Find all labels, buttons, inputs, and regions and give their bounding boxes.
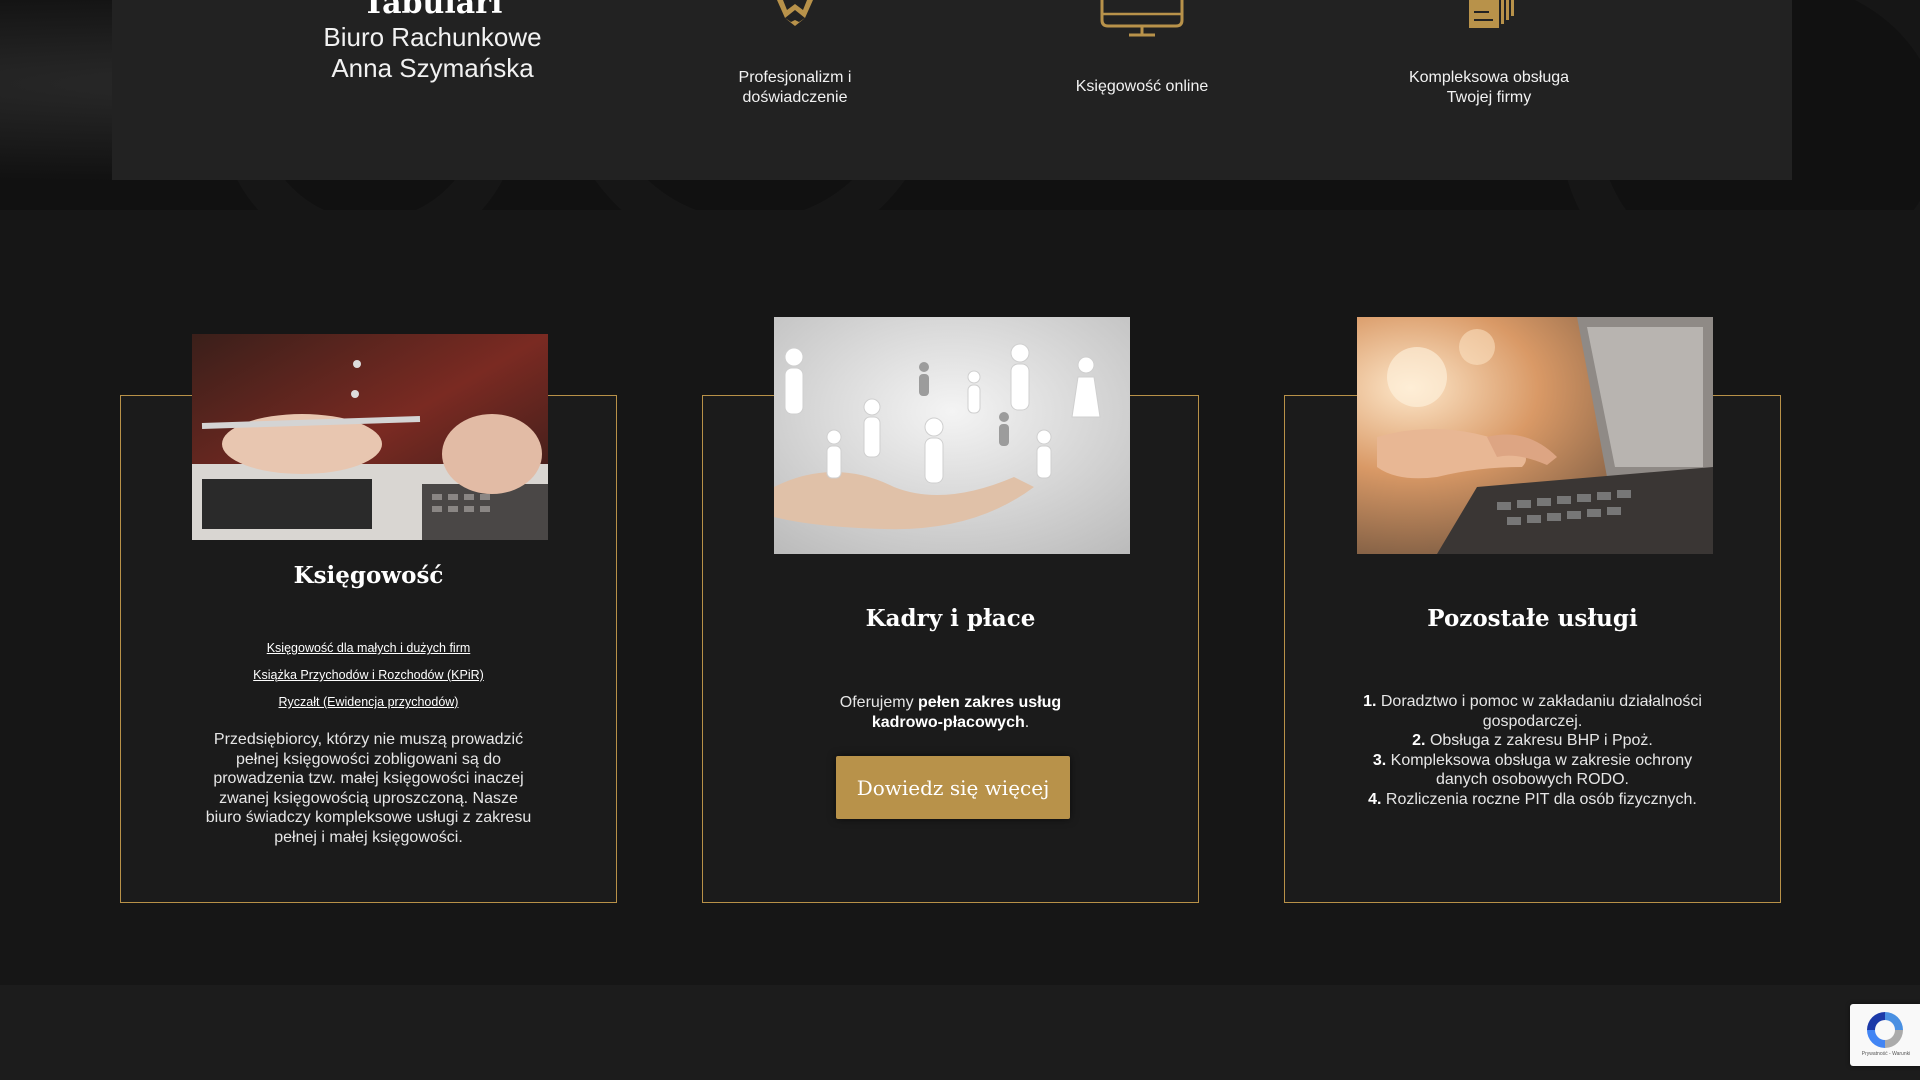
brand-line-1: Biuro Rachunkowe [323, 22, 542, 52]
services-list: 1. Doradztwo i pomoc w zakładaniu działa… [1345, 692, 1720, 809]
hr-text-after: . [1024, 713, 1030, 731]
recaptcha-icon [1867, 1012, 1903, 1048]
list-item-text: Kompleksowa obsługa w zakresie ochrony d… [1390, 751, 1693, 789]
brand-line-2: Anna Szymańska [331, 53, 534, 83]
card-title: Księgowość [293, 562, 444, 589]
feature-professionalism: Profesjonalizm i doświadczenie [675, 0, 915, 108]
card-hr: Kadry i płace Oferujemy pełen zakres usł… [702, 317, 1199, 903]
other-services-image [1357, 317, 1713, 554]
list-item: 4. Rozliczenia roczne PIT dla osób fizyc… [1345, 790, 1720, 810]
list-item: 2. Obsługa z zakresu BHP i Ppoż. [1345, 731, 1720, 751]
hero-panel: Tabulari Biuro Rachunkowe Anna Szymańska… [112, 0, 1792, 180]
feature-comprehensive: Kompleksowa obsługa Twojej firmy [1369, 0, 1609, 108]
link-kpir[interactable]: Książka Przychodów i Rozchodów (KPiR) [121, 662, 616, 689]
accounting-description: Przedsiębiorcy, którzy nie muszą prowadz… [205, 731, 532, 846]
list-item-number: 2. [1412, 732, 1426, 749]
learn-more-button[interactable]: Dowiedz się więcej [836, 756, 1070, 819]
card-other-services: Pozostałe usługi 1. Doradztwo i pomoc w … [1284, 317, 1781, 903]
footer-section [0, 985, 1920, 1080]
accounting-photo [192, 334, 548, 540]
feature-label: Profesjonalizm i [738, 69, 852, 86]
feature-online: Księgowość online [1022, 0, 1262, 97]
list-item: 1. Doradztwo i pomoc w zakładaniu działa… [1345, 692, 1720, 731]
hr-text-before: Oferujemy [839, 694, 919, 711]
list-item-number: 1. [1363, 693, 1377, 710]
laptop-photo [1357, 317, 1713, 554]
card-title: Pozostałe usługi [1427, 605, 1638, 632]
list-item-text: Rozliczenia roczne PIT dla osób fizyczny… [1385, 790, 1697, 808]
hr-image [774, 317, 1130, 554]
list-item-text: Doradztwo i pomoc w zakładaniu działalno… [1380, 693, 1702, 730]
accounting-image [192, 334, 548, 540]
feature-label: Twojej firmy [1446, 89, 1532, 106]
feature-label: doświadczenie [742, 89, 848, 106]
link-small-and-large-firms[interactable]: Księgowość dla małych i dużych firm [121, 635, 616, 662]
card-title: Kadry i płace [865, 605, 1036, 632]
link-ryczalt[interactable]: Ryczałt (Ewidencja przychodów) [121, 689, 616, 716]
recaptcha-badge[interactable]: Prywatność - Warunki [1850, 1004, 1920, 1066]
hr-photo [774, 317, 1130, 554]
feature-label: Księgowość online [1075, 78, 1209, 95]
list-item: 3. Kompleksowa obsługa w zakresie ochron… [1345, 751, 1720, 790]
list-item-number: 4. [1368, 790, 1382, 808]
accounting-links: Księgowość dla małych i dużych firm Ksią… [121, 635, 616, 716]
documents-icon [1469, 0, 1514, 28]
list-item-text: Obsługa z zakresu BHP i Ppoż. [1429, 732, 1653, 749]
list-item-number: 3. [1372, 751, 1387, 769]
award-badge-icon [777, 0, 813, 26]
hr-description: Oferujemy pełen zakres usług kadrowo-pła… [803, 693, 1098, 732]
brand-block: Tabulari Biuro Rachunkowe Anna Szymańska [290, 0, 575, 84]
brand-name: Tabulari [362, 0, 503, 21]
recaptcha-terms-text[interactable]: Prywatność - Warunki [1856, 1051, 1916, 1057]
card-accounting: Księgowość Księgowość dla małych i dużyc… [120, 334, 617, 903]
computer-monitor-icon [1100, 0, 1184, 37]
feature-label: Kompleksowa obsługa [1408, 69, 1570, 86]
